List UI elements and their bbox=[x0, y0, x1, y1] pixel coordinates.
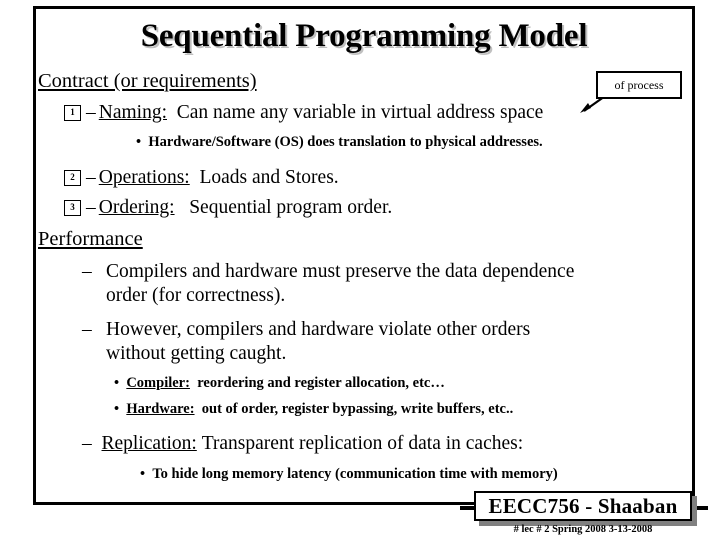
replication-text: Transparent replication of data in cache… bbox=[201, 433, 524, 454]
contract-heading: Contract (or requirements) bbox=[38, 70, 257, 92]
replication-term: Replication: bbox=[101, 433, 197, 454]
item-dash-3: – bbox=[86, 197, 96, 218]
item-term-naming: Naming: bbox=[98, 102, 167, 123]
slide-canvas: Sequential Programming Model Contract (o… bbox=[0, 0, 720, 540]
bullet-dot-icon: • bbox=[114, 401, 120, 417]
footer-lecture-info: # lec # 2 Spring 2008 3-13-2008 bbox=[513, 524, 653, 535]
slide-footer: EECC756 - Shaaban # lec # 2 Spring 2008 … bbox=[460, 490, 710, 540]
replication-dash: – bbox=[82, 433, 92, 454]
replication-sub: • To hide long memory latency (communica… bbox=[140, 466, 558, 483]
item-term-ordering: Ordering: bbox=[98, 197, 175, 218]
item-text-operations: Loads and Stores. bbox=[199, 167, 339, 188]
performance-item-1: – Compilers and hardware must preserve t… bbox=[82, 260, 697, 308]
performance-heading: Performance bbox=[38, 228, 143, 250]
contract-item-1-sub-1: • Hardware/Software (OS) does translatio… bbox=[136, 134, 543, 151]
bullet-dot-icon: • bbox=[114, 375, 120, 391]
sub-text-hardware: out of order, register bypassing, write … bbox=[201, 401, 514, 417]
performance-item-2-line1: However, compilers and hardware violate … bbox=[106, 319, 531, 340]
performance-item-1-line1: Compilers and hardware must preserve the… bbox=[106, 261, 575, 282]
performance-item-2: – However, compilers and hardware violat… bbox=[82, 318, 697, 366]
footer-box: EECC756 - Shaaban bbox=[474, 491, 692, 521]
callout-of-process: of process bbox=[596, 71, 682, 99]
replication-item: – Replication: Transparent replication o… bbox=[82, 432, 523, 456]
sub-text-compiler: reordering and register allocation, etc… bbox=[197, 375, 445, 391]
sub-text-hardware-software: Hardware/Software (OS) does translation … bbox=[148, 134, 543, 150]
item-dash-1: – bbox=[86, 102, 96, 123]
performance-sub-hardware: • Hardware: out of order, register bypas… bbox=[114, 401, 513, 418]
bullet-dot-icon: • bbox=[136, 134, 142, 150]
item-text-naming: Can name any variable in virtual address… bbox=[176, 102, 544, 123]
footer-course-label: EECC756 - Shaaban bbox=[488, 494, 678, 518]
performance-item-2-dash: – bbox=[82, 319, 92, 340]
replication-sub-text: To hide long memory latency (communicati… bbox=[152, 466, 558, 482]
item-text-ordering: Sequential program order. bbox=[189, 197, 393, 218]
item-number-box-3: 3 bbox=[64, 200, 81, 216]
slide-title: Sequential Programming Model bbox=[140, 18, 588, 54]
bullet-dot-icon: • bbox=[140, 466, 146, 482]
sub-term-compiler: Compiler: bbox=[126, 375, 190, 391]
performance-item-2-line2: without getting caught. bbox=[106, 343, 287, 364]
contract-item-1: 1– Naming: Can name any variable in virtu… bbox=[64, 101, 543, 125]
performance-sub-compiler: • Compiler: reordering and register allo… bbox=[114, 375, 445, 392]
callout-label: of process bbox=[614, 78, 664, 92]
contract-item-3: 3– Ordering: Sequential program order. bbox=[64, 196, 392, 220]
contract-item-2: 2– Operations: Loads and Stores. bbox=[64, 166, 339, 190]
item-number-box-2: 2 bbox=[64, 170, 81, 186]
performance-item-1-line2: order (for correctness). bbox=[106, 285, 286, 306]
item-term-operations: Operations: bbox=[98, 167, 190, 188]
item-dash-2: – bbox=[86, 167, 96, 188]
sub-term-hardware: Hardware: bbox=[126, 401, 195, 417]
item-number-box-1: 1 bbox=[64, 105, 81, 121]
performance-item-1-dash: – bbox=[82, 261, 92, 282]
